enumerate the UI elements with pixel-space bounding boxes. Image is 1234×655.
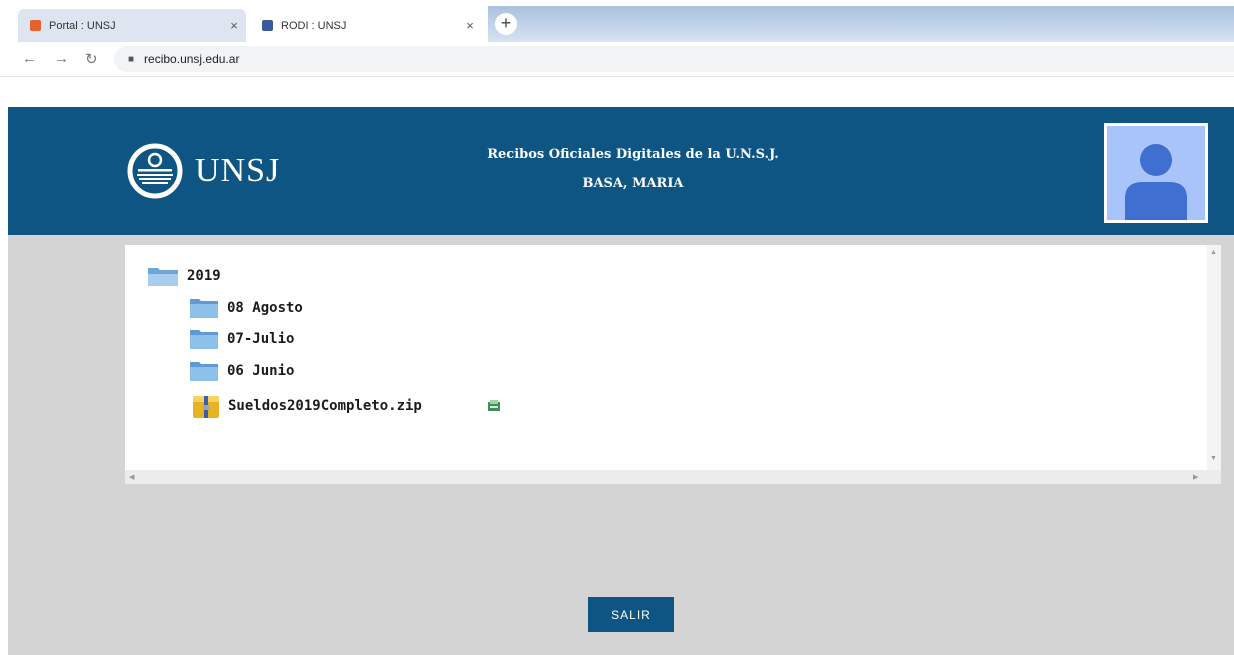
- address-text: recibo.unsj.edu.ar: [144, 52, 240, 66]
- tab-portal[interactable]: Portal : UNSJ ×: [18, 9, 246, 42]
- folder-icon: [190, 362, 218, 381]
- scroll-down-icon[interactable]: ▼: [1210, 455, 1217, 462]
- vertical-scrollbar[interactable]: ▲ ▼: [1207, 245, 1221, 470]
- file-label: Sueldos2019Completo.zip: [228, 398, 422, 414]
- folder-icon: [190, 330, 218, 349]
- page-header: UNSJ Recibos Oficiales Digitales de la U…: [8, 107, 1234, 235]
- tab-title: RODI : UNSJ: [281, 19, 347, 32]
- tree-folder-2019[interactable]: 2019: [147, 265, 221, 287]
- folder-icon: [190, 299, 218, 318]
- scroll-right-icon[interactable]: ▶: [1193, 473, 1198, 481]
- horizontal-scrollbar[interactable]: ◀ ▶: [125, 470, 1221, 484]
- close-icon[interactable]: ×: [458, 18, 482, 33]
- tab-title: Portal : UNSJ: [49, 19, 116, 32]
- info-icon[interactable]: ■: [128, 54, 134, 65]
- reload-icon[interactable]: ↻: [85, 50, 98, 68]
- scroll-left-icon[interactable]: ◀: [129, 473, 134, 481]
- folder-label: 06 Junio: [227, 363, 295, 379]
- forward-arrow-icon[interactable]: →: [54, 50, 69, 67]
- new-tab-button[interactable]: +: [495, 13, 517, 35]
- browser-tabstrip: Portal : UNSJ × RODI : UNSJ × +: [0, 0, 1234, 42]
- file-tree-panel: 2019 08 Agosto 07-Julio 06 Junio Sueldos…: [125, 245, 1221, 484]
- scroll-up-icon[interactable]: ▲: [1210, 249, 1217, 256]
- unsj-logo: UNSJ: [125, 143, 280, 199]
- close-icon[interactable]: ×: [222, 18, 246, 33]
- tree-folder-junio[interactable]: 06 Junio: [189, 360, 294, 382]
- rodi-favicon-icon: [262, 20, 273, 31]
- tab-rodi[interactable]: RODI : UNSJ ×: [250, 9, 482, 42]
- logo-text: UNSJ: [195, 152, 281, 189]
- page-title: Recibos Oficiales Digitales de la U.N.S.…: [487, 147, 779, 162]
- user-avatar-icon: [1125, 144, 1187, 220]
- folder-label: 08 Agosto: [227, 300, 303, 316]
- content-area: 2019 08 Agosto 07-Julio 06 Junio Sueldos…: [8, 235, 1234, 655]
- folder-label: 2019: [187, 268, 221, 284]
- unsj-emblem-icon: [127, 143, 183, 199]
- tabstrip-background: [488, 6, 1234, 42]
- download-icon[interactable]: [487, 399, 501, 412]
- address-bar[interactable]: ■ recibo.unsj.edu.ar: [114, 46, 1234, 72]
- portal-favicon-icon: [30, 20, 41, 31]
- user-name: BASA, MARIA: [582, 176, 684, 191]
- exit-button[interactable]: SALIR: [588, 597, 674, 632]
- avatar: [1104, 123, 1208, 223]
- folder-label: 07-Julio: [227, 331, 295, 347]
- browser-toolbar: ← → ↻ ■ recibo.unsj.edu.ar: [0, 42, 1234, 77]
- tree-file-zip[interactable]: Sueldos2019Completo.zip: [192, 393, 422, 419]
- tree-folder-agosto[interactable]: 08 Agosto: [189, 297, 303, 319]
- tree-folder-julio[interactable]: 07-Julio: [189, 328, 294, 350]
- zip-archive-icon: [193, 396, 219, 418]
- back-arrow-icon[interactable]: ←: [22, 50, 37, 67]
- open-folder-icon: [148, 268, 178, 286]
